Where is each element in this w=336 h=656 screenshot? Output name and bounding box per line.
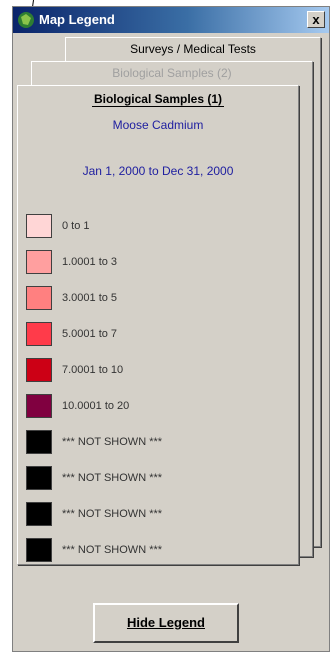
color-swatch	[26, 466, 52, 490]
legend-item-label: 7.0001 to 10	[62, 364, 124, 376]
hide-legend-button[interactable]: Hide Legend	[93, 603, 239, 643]
close-button[interactable]: x	[307, 11, 325, 28]
legend-date-range: Jan 1, 2000 to Dec 31, 2000	[82, 164, 234, 178]
color-swatch	[26, 430, 52, 454]
color-swatch	[26, 538, 52, 562]
legend-title: Biological Samples (1)	[91, 92, 225, 107]
title-bar[interactable]: Map Legend x	[13, 7, 329, 33]
legend-item-label: *** NOT SHOWN ***	[62, 436, 163, 448]
legend-item-label: *** NOT SHOWN ***	[62, 508, 163, 520]
tab-label: Surveys / Medical Tests	[130, 42, 256, 56]
legend-item-label: *** NOT SHOWN ***	[62, 472, 163, 484]
color-swatch	[26, 358, 52, 382]
tab-label: Biological Samples (2)	[112, 66, 232, 80]
color-swatch	[26, 394, 52, 418]
color-swatch	[26, 214, 52, 238]
legend-item-label: 3.0001 to 5	[62, 292, 118, 304]
color-swatch	[26, 322, 52, 346]
map-legend-window: Map Legend x Surveys / Medical Tests Bio…	[12, 6, 330, 652]
legend-item-label: 5.0001 to 7	[62, 328, 118, 340]
color-swatch	[26, 502, 52, 526]
legend-item-label: 10.0001 to 20	[62, 400, 130, 412]
app-icon	[18, 12, 34, 28]
legend-subtitle: Moose Cadmium	[112, 118, 204, 132]
color-swatch	[26, 286, 52, 310]
window-title: Map Legend	[39, 12, 115, 27]
tab-biological-samples-1[interactable]: Biological Samples (1) Moose Cadmium Jan…	[17, 85, 299, 565]
legend-item-label: 1.0001 to 3	[62, 256, 118, 268]
color-swatch	[26, 250, 52, 274]
legend-item-label: 0 to 1	[62, 220, 90, 232]
legend-item-label: *** NOT SHOWN ***	[62, 544, 163, 556]
